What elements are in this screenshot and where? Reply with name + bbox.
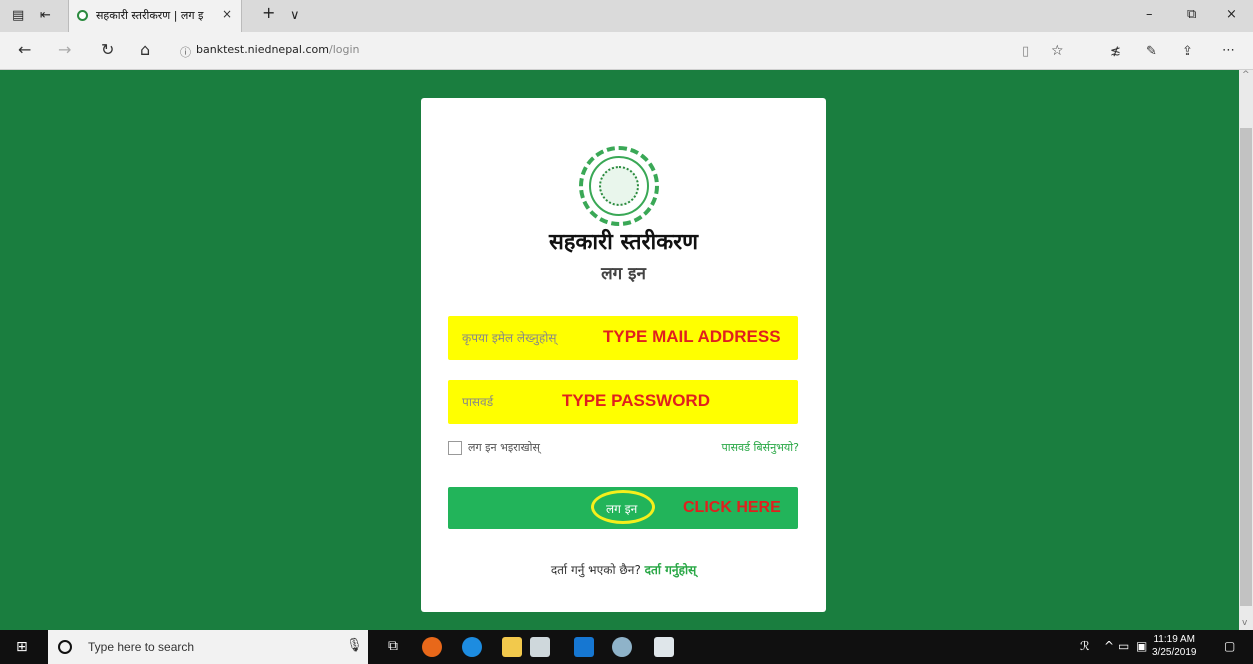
people-icon[interactable]: ℛ (1080, 639, 1090, 653)
share-icon[interactable]: ⇪ (1182, 43, 1193, 61)
login-button[interactable]: लग इन CLICK HERE (448, 487, 798, 529)
firefox-icon[interactable] (422, 637, 442, 657)
system-clock[interactable]: 11:19 AM 3/25/2019 (1152, 633, 1197, 659)
url-host: banktest.niednepal.com (196, 43, 329, 56)
scroll-up-icon[interactable]: ^ (1242, 70, 1250, 80)
seal-center (599, 166, 639, 206)
network-icon[interactable]: ▣ (1136, 639, 1147, 653)
forgot-password-link[interactable]: पासवर्ड बिर्सनुभयो? (721, 440, 799, 455)
remember-me[interactable]: लग इन भइराखोस् (448, 440, 540, 455)
tab-list-icon[interactable]: ∨ (290, 8, 300, 24)
vertical-scrollbar[interactable]: ^ v (1239, 70, 1253, 630)
browser-tab[interactable]: सहकारी स्तरीकरण | लग इ × (68, 0, 242, 32)
remember-checkbox[interactable] (448, 441, 462, 455)
scroll-down-icon[interactable]: v (1242, 618, 1247, 628)
paint-icon[interactable] (612, 637, 632, 657)
microphone-icon[interactable]: 🎙 (346, 638, 363, 653)
login-card: सहकारी स्तरीकरण लग इन TYPE MAIL ADDRESS … (421, 98, 826, 612)
back-icon[interactable]: ← (18, 41, 31, 59)
taskbar-search-text: Type here to search (88, 640, 195, 654)
browser-address-bar: ← → ↻ ⌂ ⓘ banktest.niednepal.com/login ▯… (0, 32, 1253, 70)
page-background: सहकारी स्तरीकरण लग इन TYPE MAIL ADDRESS … (0, 70, 1239, 630)
site-info-icon[interactable]: ⓘ (180, 44, 191, 62)
register-link[interactable]: दर्ता गर्नुहोस् (645, 563, 697, 577)
outlook-icon[interactable] (574, 637, 594, 657)
favorites-hub-icon[interactable]: ≴ (1110, 43, 1121, 61)
remember-label: लग इन भइराखोस् (468, 441, 540, 454)
url-field[interactable]: banktest.niednepal.com/login (196, 43, 360, 56)
home-icon[interactable]: ⌂ (140, 41, 150, 59)
page-title: सहकारी स्तरीकरण (548, 230, 699, 255)
image-viewer-icon[interactable] (654, 637, 674, 657)
password-annotation: TYPE PASSWORD (562, 391, 710, 410)
clock-time: 11:19 AM (1153, 634, 1195, 645)
photos-app-icon[interactable] (530, 637, 550, 657)
site-favicon-icon (77, 10, 88, 21)
taskbar-search[interactable]: Type here to search 🎙 (48, 630, 368, 664)
clock-date: 3/25/2019 (1152, 647, 1197, 658)
battery-icon[interactable]: ▭ (1118, 639, 1129, 653)
forward-icon[interactable]: → (58, 41, 71, 59)
reading-view-icon[interactable]: ▯ (1022, 43, 1029, 61)
highlight-circle (591, 490, 655, 524)
tab-close-icon[interactable]: × (222, 7, 232, 21)
notifications-icon[interactable]: ▢ (1224, 639, 1235, 653)
click-annotation: CLICK HERE (683, 499, 781, 516)
restore-icon[interactable]: ⧉ (1187, 7, 1196, 22)
new-tab-icon[interactable]: + (262, 5, 275, 21)
email-annotation: TYPE MAIL ADDRESS (603, 327, 781, 346)
url-path: /login (328, 43, 360, 56)
close-window-icon[interactable]: × (1226, 7, 1237, 22)
more-icon[interactable]: ⋯ (1222, 42, 1235, 60)
tab-actions-icon[interactable]: ▤ (12, 8, 24, 24)
email-field[interactable]: TYPE MAIL ADDRESS (448, 316, 798, 360)
register-text: दर्ता गर्नु भएको छैन? (550, 563, 641, 577)
favorite-star-icon[interactable]: ☆ (1051, 42, 1064, 60)
cortana-icon (58, 640, 72, 654)
tab-title: सहकारी स्तरीकरण | लग इ (96, 9, 204, 22)
edge-browser-icon[interactable] (462, 637, 482, 657)
organization-seal-logo (579, 146, 659, 226)
show-hidden-icons-icon[interactable]: ^ (1104, 639, 1114, 653)
scrollbar-thumb[interactable] (1240, 128, 1252, 606)
pen-icon[interactable]: ✎ (1146, 43, 1157, 61)
task-view-icon[interactable]: ⧉ (388, 638, 398, 654)
register-prompt: दर्ता गर्नु भएको छैन? दर्ता गर्नुहोस् (421, 561, 826, 578)
minimize-icon[interactable]: – (1146, 7, 1153, 22)
refresh-icon[interactable]: ↻ (101, 41, 114, 59)
file-explorer-icon[interactable] (502, 637, 522, 657)
page-subtitle: लग इन (601, 264, 646, 284)
password-field[interactable]: TYPE PASSWORD (448, 380, 798, 424)
windows-start-icon[interactable]: ⊞ (16, 639, 28, 655)
windows-taskbar: ⊞ Type here to search 🎙 ⧉ ℛ ^ ▭ ▣ 11:19 … (0, 630, 1253, 664)
set-tabs-aside-icon[interactable]: ⇤ (40, 8, 51, 24)
browser-tab-bar: ▤ ⇤ सहकारी स्तरीकरण | लग इ × + ∨ – ⧉ × (0, 0, 1253, 32)
